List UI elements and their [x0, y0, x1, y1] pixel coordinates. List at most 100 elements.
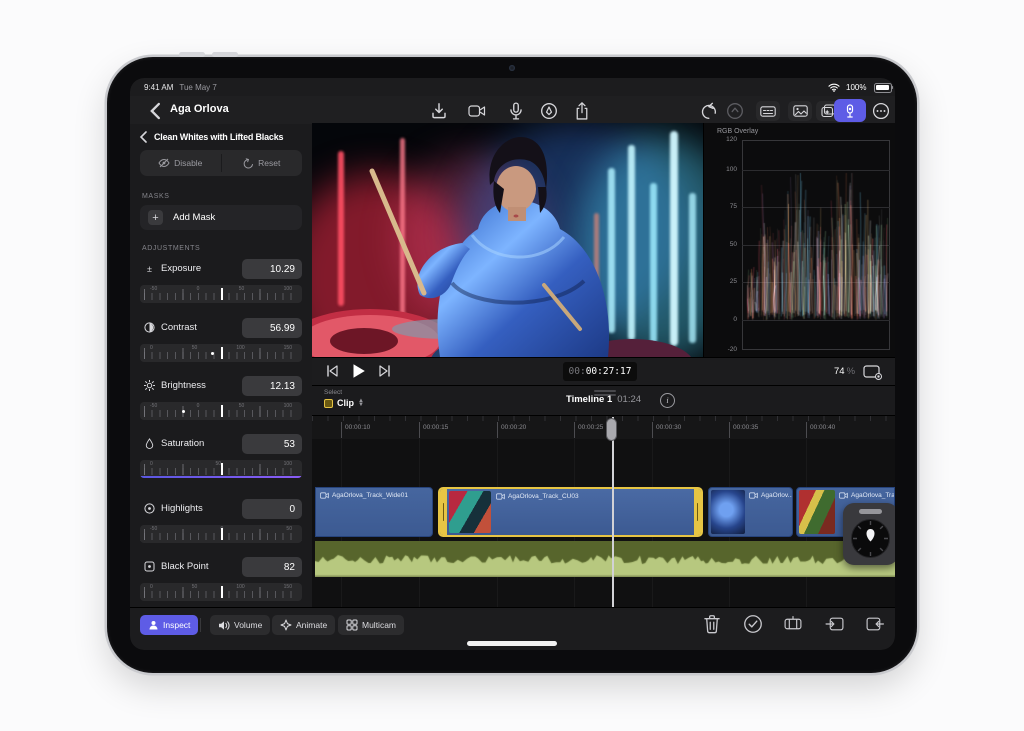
ruler-label: 00:00:15 — [423, 424, 448, 431]
annotate-pencil-icon[interactable] — [540, 102, 558, 120]
scope-y-label: 120 — [704, 136, 737, 143]
back-chevron-icon[interactable] — [146, 102, 164, 120]
preset-title: Clean Whites with Lifted Blacks — [154, 132, 283, 142]
timeline-drag-handle[interactable] — [594, 390, 616, 392]
media-browser-icon[interactable] — [788, 101, 812, 121]
sun-icon — [144, 380, 155, 391]
animate-button[interactable]: Animate — [272, 615, 335, 635]
volume-button[interactable]: Volume — [210, 615, 270, 635]
video-viewer[interactable] — [312, 123, 703, 357]
audio-track[interactable] — [315, 541, 895, 577]
half-circle-icon — [144, 322, 155, 333]
trim-handle-right[interactable] — [694, 489, 701, 535]
ipad-device-frame: 9:41 AMTue May 7 100% Aga Orlova — [107, 57, 917, 673]
black-point-value[interactable]: 82 — [242, 557, 302, 577]
black-point-slider[interactable]: 050100150 — [140, 583, 302, 601]
jog-wheel[interactable] — [843, 503, 895, 565]
playhead-line — [612, 417, 614, 607]
app-screen: 9:41 AMTue May 7 100% Aga Orlova — [130, 78, 895, 650]
scope-y-label: 25 — [704, 278, 737, 285]
step-back-icon[interactable] — [326, 364, 339, 378]
wifi-icon — [828, 83, 840, 92]
circle-dot-icon — [144, 503, 155, 514]
clip-cu03-selected[interactable]: AgaOrlova_Track_CU03 — [438, 487, 703, 537]
home-indicator[interactable] — [467, 641, 557, 646]
jog-grip[interactable] — [859, 509, 882, 514]
record-camera-icon[interactable] — [468, 102, 486, 120]
contrast-value[interactable]: 56.99 — [242, 318, 302, 338]
scope-y-label: 100 — [704, 166, 737, 173]
droplet-icon — [144, 438, 155, 449]
trash-icon[interactable] — [702, 614, 722, 634]
highlights-slider[interactable]: -50050 — [140, 525, 302, 543]
inspect-button[interactable]: Inspect — [140, 615, 198, 635]
contrast-slider[interactable]: 050100150 — [140, 344, 302, 362]
volume-down-button — [212, 52, 238, 57]
step-forward-icon[interactable] — [378, 364, 391, 378]
disable-button[interactable]: Disable — [140, 150, 221, 176]
more-ellipsis-icon[interactable] — [872, 102, 890, 120]
import-icon[interactable] — [430, 102, 448, 120]
microphone-icon[interactable] — [507, 102, 525, 120]
clip-thumbnail — [799, 490, 835, 534]
adjustment-saturation: Saturation 53 050100 — [140, 434, 302, 482]
playhead-handle[interactable] — [606, 418, 617, 441]
clip-wide01[interactable]: AgaOrlova_Track_Wide01 — [315, 487, 433, 537]
insert-clip-icon[interactable] — [825, 614, 845, 634]
add-mask-button[interactable]: + Add Mask — [140, 205, 302, 230]
jog-dial-icon[interactable] — [850, 518, 891, 559]
masks-section-label: MASKS — [142, 193, 170, 200]
timeline-body[interactable]: AgaOrlova_Track_Wide01 AgaOrlova_Track_C… — [312, 439, 895, 607]
clip-camera-icon — [839, 492, 848, 499]
info-icon[interactable]: i — [660, 393, 675, 408]
timecode-display[interactable]: 00:00:27:17 — [563, 362, 637, 381]
play-icon[interactable] — [352, 363, 366, 379]
display-output-icon[interactable] — [863, 365, 882, 380]
rgb-overlay-scope: RGB Overlay 120 100 75 50 25 0 -20 — [703, 123, 895, 357]
scope-waveform — [743, 140, 890, 350]
scope-y-label: 75 — [704, 203, 737, 210]
audio-waveform — [315, 541, 895, 577]
brightness-slider[interactable]: -50050100 — [140, 402, 302, 420]
append-clip-icon[interactable] — [865, 614, 885, 634]
ruler-label: 00:00:25 — [578, 424, 603, 431]
multicam-button[interactable]: Multicam — [338, 615, 404, 635]
clip-3[interactable]: AgaOrlov... — [708, 487, 793, 537]
saturation-value[interactable]: 53 — [242, 434, 302, 454]
ruler-label: 00:00:30 — [656, 424, 681, 431]
scope-y-label: 50 — [704, 241, 737, 248]
transport-bar: 00:00:27:17 74% — [312, 357, 895, 386]
battery-percent: 100% — [846, 83, 866, 92]
saturation-slider[interactable]: 050100 — [140, 460, 302, 478]
timeline-ruler[interactable]: 00:00:10 00:00:15 00:00:20 00:00:25 00:0… — [312, 415, 895, 440]
reset-button[interactable]: Reset — [222, 150, 303, 176]
highlights-value[interactable]: 0 — [242, 499, 302, 519]
check-circle-icon[interactable] — [743, 614, 763, 634]
color-inspector-panel: Clean Whites with Lifted Blacks Disable … — [130, 124, 313, 607]
captions-keyboard-icon[interactable] — [756, 101, 780, 121]
undo-icon[interactable] — [700, 102, 718, 120]
exposure-slider[interactable]: -50050100 — [140, 285, 302, 303]
timeline-header: Select Clip ▲▼ Timeline 101:24 i Options… — [312, 385, 895, 416]
exposure-value[interactable]: 10.29 — [242, 259, 302, 279]
page: 9:41 AMTue May 7 100% Aga Orlova — [0, 0, 1024, 731]
clip-thumbnail — [711, 490, 745, 534]
brightness-value[interactable]: 12.13 — [242, 376, 302, 396]
scope-y-label: 0 — [704, 316, 737, 323]
share-icon[interactable] — [573, 102, 591, 120]
volume-up-button — [179, 52, 205, 57]
connect-clip-icon[interactable] — [783, 614, 803, 634]
front-camera — [509, 65, 515, 71]
inspector-toggle-button[interactable] — [834, 99, 866, 122]
project-title: Aga Orlova — [170, 103, 229, 115]
top-toolbar: Aga Orlova — [130, 96, 895, 125]
clip-camera-icon — [749, 492, 758, 499]
viewer-zoom-level[interactable]: 74% — [834, 366, 855, 377]
timeline-title: Timeline 101:24 — [312, 394, 895, 405]
eye-off-icon — [158, 158, 170, 168]
adjustments-section-label: ADJUSTMENTS — [142, 245, 200, 252]
trim-handle-left[interactable] — [440, 489, 447, 535]
panel-back-chevron-icon[interactable] — [139, 131, 148, 143]
redo-icon[interactable] — [726, 102, 744, 120]
inspect-icon — [148, 620, 159, 631]
